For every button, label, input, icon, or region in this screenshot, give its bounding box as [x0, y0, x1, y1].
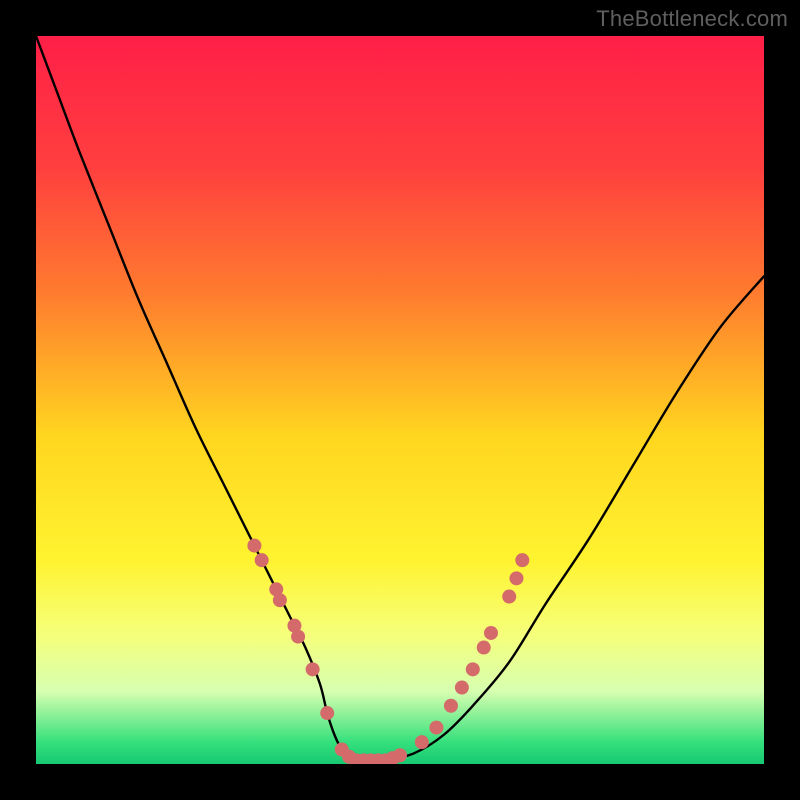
- plot-area: [36, 36, 764, 764]
- curve-marker: [320, 706, 334, 720]
- curve-marker: [444, 699, 458, 713]
- curve-marker: [429, 721, 443, 735]
- curve-marker: [255, 553, 269, 567]
- curve-marker: [291, 630, 305, 644]
- curve-marker: [484, 626, 498, 640]
- curve-marker: [306, 662, 320, 676]
- curve-marker: [502, 590, 516, 604]
- chart-svg: [36, 36, 764, 764]
- watermark-text: TheBottleneck.com: [596, 6, 788, 32]
- curve-marker: [393, 748, 407, 762]
- curve-marker: [415, 735, 429, 749]
- curve-marker: [455, 681, 469, 695]
- chart-frame: TheBottleneck.com: [0, 0, 800, 800]
- gradient-background: [36, 36, 764, 764]
- curve-marker: [466, 662, 480, 676]
- curve-marker: [247, 539, 261, 553]
- curve-marker: [515, 553, 529, 567]
- curve-marker: [509, 571, 523, 585]
- curve-marker: [477, 641, 491, 655]
- curve-marker: [273, 593, 287, 607]
